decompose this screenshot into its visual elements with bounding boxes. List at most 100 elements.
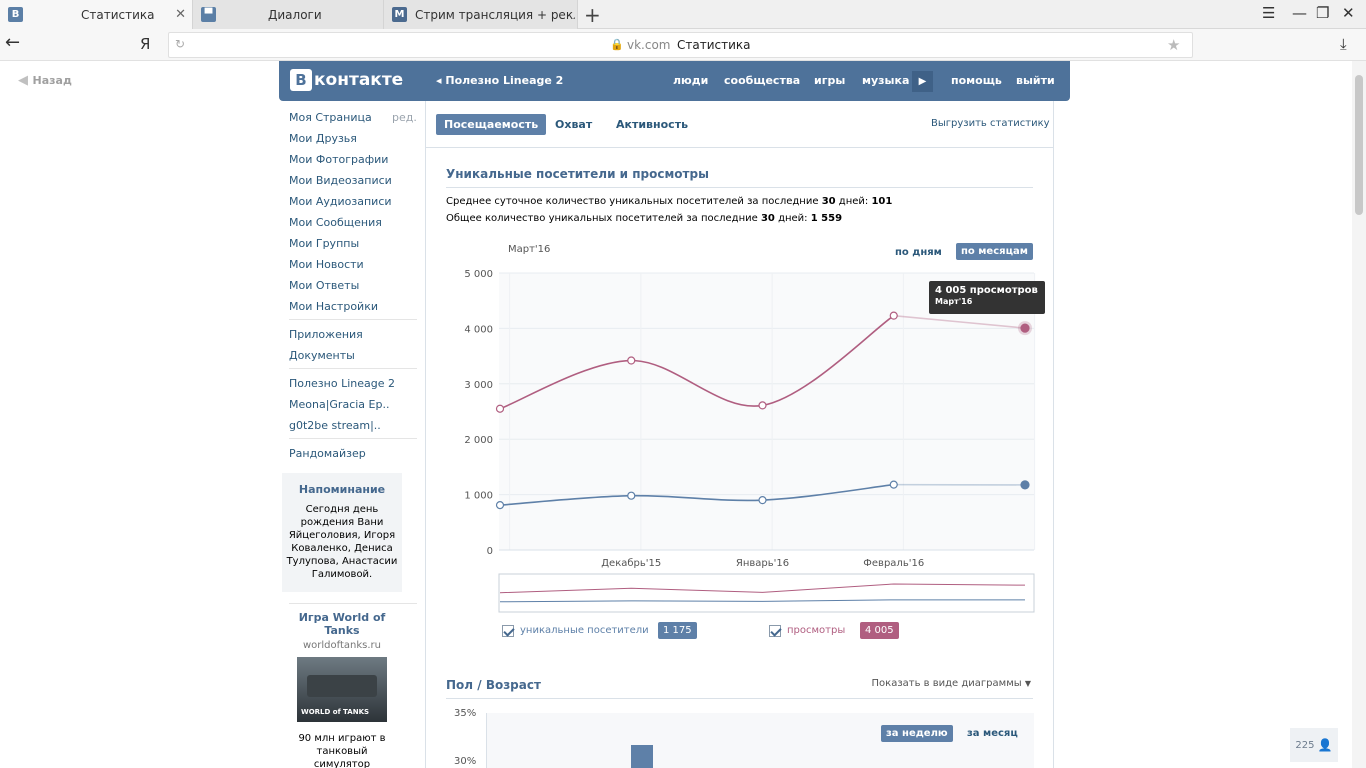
tab-activity[interactable]: Активность (608, 114, 696, 135)
tab-title: Статистика (81, 7, 155, 22)
legend-visitors-label[interactable]: уникальные посетители (520, 625, 649, 636)
chart-navigator[interactable] (498, 573, 1035, 613)
browser-tab-stats[interactable]: В Статистика ✕ (0, 0, 193, 29)
sidebar-item-apps[interactable]: Приложения (289, 328, 363, 341)
ad-block[interactable]: Игра World of Tanks worldoftanks.ru WORL… (282, 611, 402, 768)
nav-people[interactable]: люди (673, 74, 708, 87)
visitors-checkbox[interactable] (502, 625, 514, 637)
sidebar-item-news[interactable]: Мои Новости (289, 258, 364, 271)
y-tick-label: 4 000 (464, 324, 493, 335)
nav-communities[interactable]: сообщества (724, 74, 800, 87)
stats-tabs: Посещаемость Охват Активность Выгрузить … (426, 101, 1053, 148)
legend-views-label[interactable]: просмотры (787, 625, 845, 636)
yandex-logo-icon[interactable]: Я (140, 35, 150, 53)
back-arrow-icon[interactable]: ← (5, 32, 20, 53)
sidebar-group-1[interactable]: Полезно Lineage 2 (289, 377, 395, 390)
data-point (627, 491, 636, 500)
tooltip-title: 4 005 просмотров (935, 285, 1038, 296)
tab-reach[interactable]: Охват (547, 114, 600, 135)
views-checkbox[interactable] (769, 625, 781, 637)
scrollbar-thumb[interactable] (1355, 75, 1363, 215)
chat-favicon-icon: ▀ (201, 7, 216, 22)
screen: В Статистика ✕ ▀ Диалоги М Стрим трансля… (0, 0, 1366, 768)
group-back-link[interactable]: ◂ Полезно Lineage 2 (436, 74, 563, 87)
divider (289, 368, 417, 369)
restore-icon[interactable]: ❐ (1316, 4, 1329, 22)
sidebar-my-page[interactable]: Моя Страница (289, 111, 372, 124)
reload-icon[interactable]: ↻ (175, 37, 185, 51)
per-month-button[interactable]: за месяц (962, 725, 1023, 742)
sidebar-item-audio[interactable]: Мои Аудиозаписи (289, 195, 392, 208)
navigator-frame (498, 573, 1035, 613)
vk-logo[interactable]: В контакте (290, 69, 403, 91)
sidebar-item-settings[interactable]: Мои Настройки (289, 300, 378, 313)
ad-text: 90 млн играют в танковый симулятор (298, 733, 386, 768)
gender-age-section-title: Пол / Возраст Показать в виде диаграммы … (446, 678, 1033, 699)
y-tick-label: 5 000 (464, 269, 493, 280)
online-counter[interactable]: 225 👤 (1290, 728, 1338, 762)
tab-title: Диалоги (268, 7, 322, 22)
back-link[interactable]: ◀ Назад (18, 73, 72, 88)
play-icon[interactable]: ▶ (912, 71, 933, 92)
nav-music[interactable]: музыка (862, 74, 909, 87)
page-scrollbar[interactable] (1352, 61, 1366, 768)
sidebar-item-messages[interactable]: Мои Сообщения (289, 216, 382, 229)
visitors-section-title: Уникальные посетители и просмотры (446, 167, 1033, 188)
show-as-diagram-dropdown[interactable]: Показать в виде диаграммы ▼ (872, 678, 1031, 689)
avg-line: Среднее суточное количество уникальных п… (446, 196, 893, 207)
divider (289, 603, 417, 604)
reminder-title: Напоминание (298, 483, 386, 496)
browser-tab-stream[interactable]: М Стрим трансляция + реклам (384, 0, 578, 29)
address-bar: ← Я ↻ 🔒 vk.com Статистика ★ ⤓ (0, 29, 1366, 61)
left-caret-icon: ◂ (436, 74, 446, 87)
sidebar-item-videos[interactable]: Мои Видеозаписи (289, 174, 392, 187)
browser-tab-dialogs[interactable]: ▀ Диалоги (193, 0, 384, 29)
nav-help[interactable]: помощь (951, 74, 1002, 87)
close-window-icon[interactable]: ✕ (1342, 4, 1355, 22)
url-field[interactable]: ↻ 🔒 vk.com Статистика ★ (168, 32, 1193, 58)
url-title: Статистика (677, 38, 751, 52)
ad-domain: worldoftanks.ru (302, 640, 381, 651)
legend-views-value: 4 005 (860, 622, 899, 639)
url-domain: vk.com (627, 38, 671, 52)
sidebar-item-friends[interactable]: Мои Друзья (289, 132, 357, 145)
y-tick-label: 1 000 (464, 491, 493, 502)
sidebar-item-photos[interactable]: Мои Фотографии (289, 153, 388, 166)
sidebar-edit[interactable]: ред. (392, 111, 417, 124)
data-point (889, 480, 898, 489)
period-label: Март'16 (508, 244, 551, 255)
plot-area (499, 273, 1034, 550)
download-icon[interactable]: ⤓ (1340, 35, 1347, 53)
ad-image[interactable]: WORLD of TANKS (297, 657, 387, 722)
bookmark-star-icon[interactable]: ★ (1167, 36, 1180, 54)
close-tab-icon[interactable]: ✕ (175, 7, 186, 22)
reminder-box: Напоминание Сегодня день рождения Вани Я… (282, 473, 402, 592)
by-days-button[interactable]: по дням (890, 244, 947, 261)
sidebar-group-3[interactable]: g0t2be stream|.. (289, 419, 381, 432)
nav-logout[interactable]: выйти (1016, 74, 1055, 87)
tab-title: Стрим трансляция + реклам (415, 7, 575, 22)
reminder-text[interactable]: Сегодня день рождения Вани Яйцеголовия, … (286, 503, 398, 581)
tab-attendance[interactable]: Посещаемость (436, 114, 547, 135)
sidebar-item-groups[interactable]: Мои Группы (289, 237, 359, 250)
data-point (1020, 323, 1030, 333)
minimize-icon[interactable]: — (1292, 4, 1307, 22)
caret-down-icon: ▼ (1024, 679, 1031, 688)
divider (289, 319, 417, 320)
back-triangle-icon: ◀ (18, 73, 33, 88)
sidebar-item-answers[interactable]: Мои Ответы (289, 279, 359, 292)
sidebar-item-randomizer[interactable]: Рандомайзер (289, 447, 366, 460)
stats-content: Посещаемость Охват Активность Выгрузить … (425, 101, 1054, 768)
sidebar-item-documents[interactable]: Документы (289, 349, 355, 362)
menu-icon[interactable]: ☰ (1262, 4, 1275, 22)
per-week-button[interactable]: за неделю (881, 725, 953, 742)
ad-title[interactable]: Игра World of Tanks (282, 611, 402, 637)
export-stats-link[interactable]: Выгрузить статистику (931, 118, 1050, 129)
data-point (758, 496, 767, 505)
new-tab-icon[interactable]: + (584, 3, 601, 27)
nav-games[interactable]: игры (814, 74, 845, 87)
line-chart: 5 000 4 000 3 000 2 000 1 000 0 Декабрь'15 Янв… (464, 269, 1036, 613)
sidebar-group-2[interactable]: Meona|Gracia Ep.. (289, 398, 389, 411)
gender-age-chart: за неделю за месяц (486, 713, 1034, 768)
by-months-button[interactable]: по месяцам (956, 243, 1033, 260)
